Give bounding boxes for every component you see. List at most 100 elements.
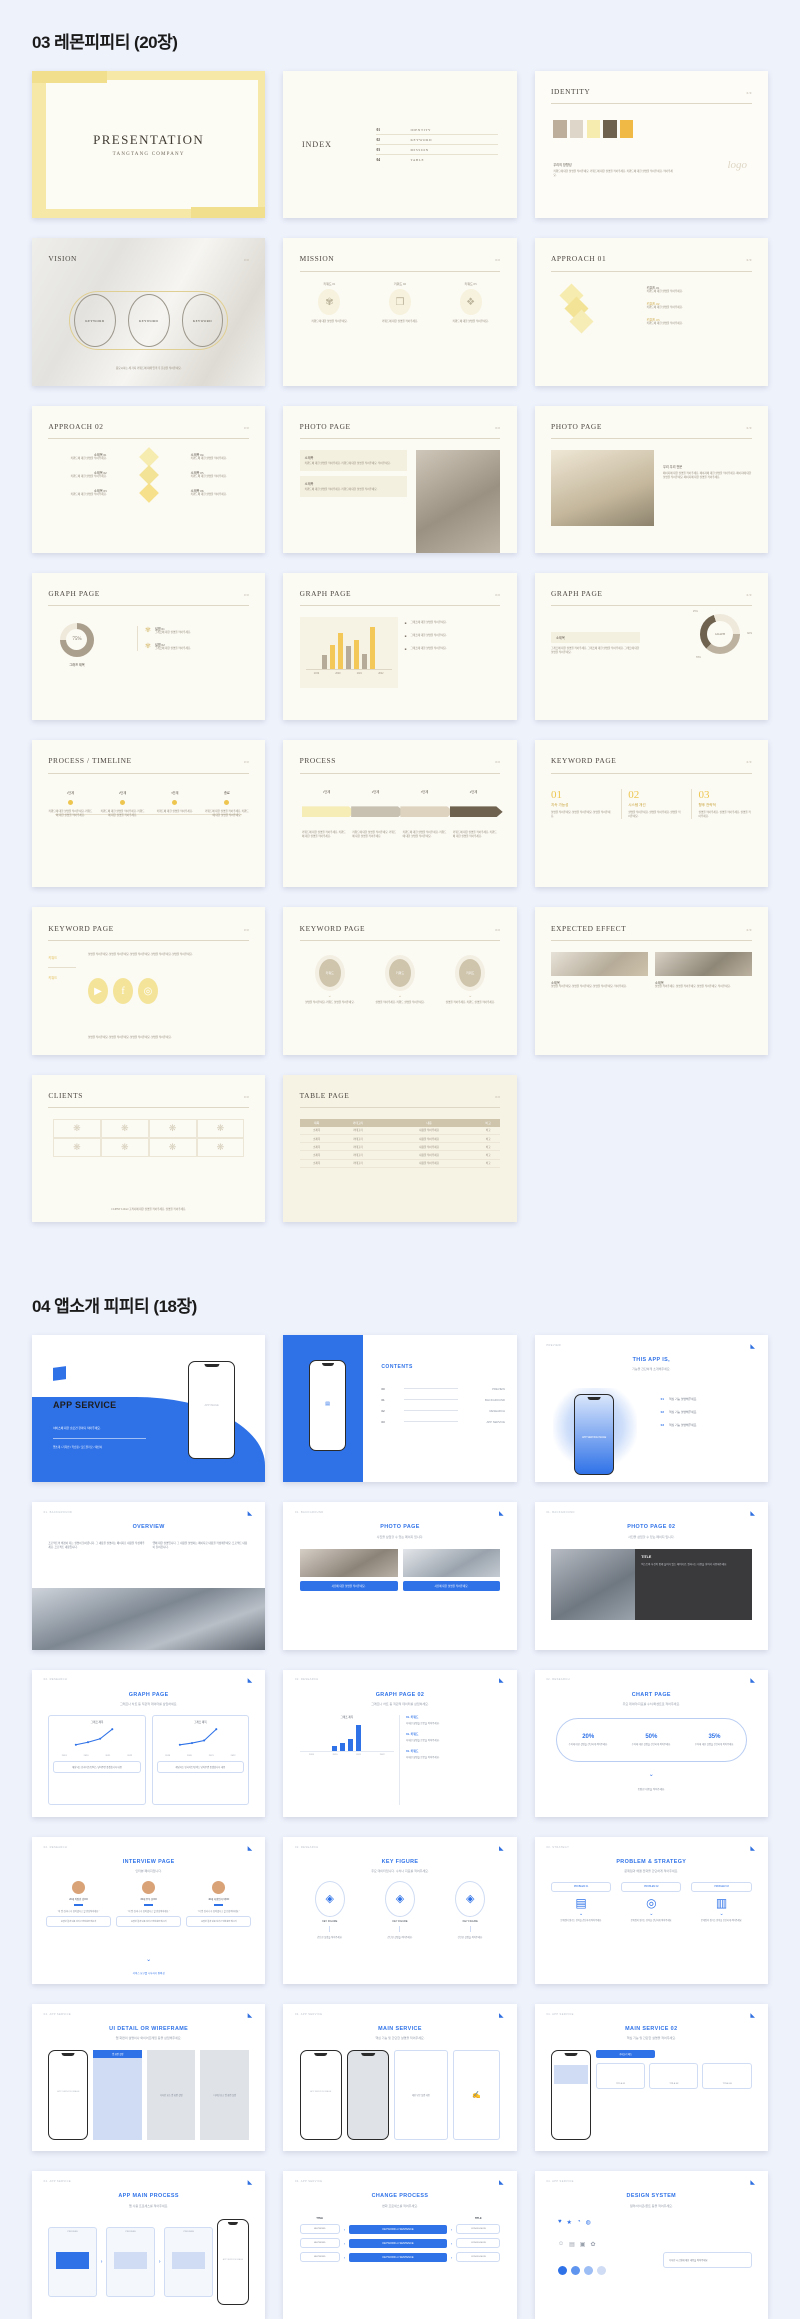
- slide-thumbnail[interactable]: 04. APP SERVICE ◣ DESIGN SYSTEM 컬러/아이콘/폰…: [534, 2171, 768, 2319]
- bar: [346, 645, 352, 669]
- donut-value: 75%: [72, 637, 82, 643]
- mission-item: 키워드 03 ❖ 키워드에 대한 설명을 적어주세요.: [443, 282, 498, 324]
- circle-desc: 설명을 적어주세요. 키워드 설명을 적어주세요.: [445, 1000, 495, 1004]
- slide-thumbnail[interactable]: ▤ CONTENTS 00 PREVIEW 01 BACKGROUND 02 R…: [283, 1334, 517, 1483]
- slide-thumbnail[interactable]: PHOTO PAGE 0/0 우리 우리 전문 페이지에 대한 설명을 적어주세…: [534, 405, 768, 553]
- slide-header: 04. APP SERVICE ◣: [295, 2013, 505, 2019]
- youtube-icon[interactable]: ▶: [87, 978, 108, 1005]
- slide-thumbnail[interactable]: KEYWORD PAGE 0/0 01 지속 가능성 설명을 적어주세요. 설명…: [534, 740, 768, 888]
- slide-thumbnail[interactable]: GRAPH PAGE 0/0 소제목 그래프에 대한 설명을 적어주세요. 그래…: [534, 572, 768, 721]
- title-card[interactable]: TITLE 01: [596, 2062, 646, 2089]
- slide-thumbnail[interactable]: PROCESS / TIMELINE 0/0 1단계 키워드에 대한 설명을 적…: [32, 740, 266, 888]
- slide-thumbnail[interactable]: 03. STRATEGY ◣ PROBLEM & STRATEGY 문제점과 해…: [534, 1836, 768, 1985]
- slide-thumbnail[interactable]: 02. RESEARCH ◣ INTERVIEW PAGE 인터뷰 페이지입니다…: [32, 1836, 266, 1985]
- user-icon: ☺: [557, 2240, 565, 2247]
- slide-thumbnail[interactable]: MISSION 0/0 키워드 01 ✾ 키워드에 대한 설명을 적어주세요. …: [283, 238, 517, 386]
- slide-thumbnail[interactable]: PRESENTATION TANGTANG COMPANY: [32, 71, 266, 219]
- slide-thumbnail[interactable]: IDENTITY 0/0 우리의 방향성 키워드에 대한 설명을 적어주세요. …: [534, 71, 768, 219]
- slide-thumbnail[interactable]: INDEX 01 IDENTITY 02 KEYWORD 03 MISSION: [283, 71, 517, 219]
- slide-subtitle: 사진을 삽입할 수 있는 페이지 입니다.: [376, 1534, 424, 1539]
- brand-logo-icon: ◣: [247, 1845, 253, 1852]
- list-item: ■ 그래프에 대한 설명을 적어주세요.: [405, 634, 503, 638]
- slide-thumbnail[interactable]: EXPECTED EFFECT 0/0 소제목 설명을 적어주세요. 설명을 적…: [534, 907, 768, 1055]
- brand-logo-icon: ◣: [499, 2180, 504, 2187]
- wireframe-card[interactable]: 앱 화면 설명: [93, 2049, 142, 2140]
- phone-mockup[interactable]: APP SERVICE IMAGE: [48, 2049, 89, 2140]
- slide-thumbnail[interactable]: APP SERVICE 서비스에 대한 슬로건 한마디 적어주세요. 앱소개 /…: [32, 1334, 266, 1483]
- timeline-step: 1단계 키워드에 대한 설명을 적어주세요. 키워드에 대한 설명을 적어주세요…: [48, 790, 92, 818]
- slide-thumbnail[interactable]: 01. BACKGROUND ◣ PHOTO PAGE 사진을 삽입할 수 있는…: [283, 1502, 517, 1650]
- slide-thumbnail[interactable]: 04. APP SERVICE ◣ MAIN SERVICE 02 핵심 기능 …: [534, 2004, 768, 2152]
- slide-thumbnail[interactable]: APPROACH 02 0/0 소제목 01 키워드에 대한 설명을 적어주세요…: [32, 405, 266, 553]
- palette-swatch: [570, 2265, 580, 2275]
- title-card[interactable]: TITLE 02: [649, 2062, 699, 2089]
- slide-thumbnail[interactable]: 02. RESEARCH ◣ CHART PAGE 주요 데이터/지표를 수치/…: [534, 1669, 768, 1817]
- approach-desc: 키워드에 대한 설명을 적어주세요.: [646, 306, 683, 310]
- instagram-icon[interactable]: ◎: [137, 978, 158, 1005]
- slide-thumbnail[interactable]: KEYWORD PAGE 0/0 키워드 키워드 설명을 적어주세요. 설명을 …: [32, 907, 266, 1055]
- client-logo: ❋: [52, 1137, 101, 1157]
- wireframe-card[interactable]: 디자인 요소 앱 화면 설명: [146, 2049, 196, 2140]
- gear-icon: ✿: [590, 2241, 596, 2248]
- slide-thumbnail[interactable]: 02. RESEARCH ◣ KEY FIGURE 주요 데이터입니다. 수치나…: [283, 1836, 517, 1985]
- keyword-head: 지속 가능성: [550, 802, 569, 807]
- slide-page-number: 0/0: [495, 760, 501, 765]
- slide-thumbnail[interactable]: 02. RESEARCH ◣ GRAPH PAGE 그래프나 차트 등 직관적 …: [32, 1669, 266, 1817]
- feature-desc: 핵심 기능 설명해주세요.: [669, 1396, 698, 1401]
- process-descriptions: 키워드에 대한 설명을 적어주세요. 키워드에 대한 설명을 적어주세요. 키워…: [302, 831, 498, 839]
- cell: 카테고리: [333, 1134, 383, 1144]
- problem-desc: 문제점이 생기는 전략을 간단하게 적어주세요.: [560, 1920, 602, 1923]
- divider: [299, 1107, 501, 1109]
- slide-thumbnail[interactable]: GRAPH PAGE 0/0 75% 그래프 제목 ✾ 설명 01 그래프에 대…: [32, 572, 266, 721]
- slide-thumbnail[interactable]: GRAPH PAGE 0/0 2019 2020 2021 2022 ■ 그래프…: [283, 572, 517, 721]
- facebook-icon[interactable]: f: [112, 978, 133, 1005]
- brand-logo-icon: ◣: [499, 1511, 504, 1518]
- client-logo: ❋: [196, 1118, 245, 1138]
- slide-thumbnail[interactable]: 02. RESEARCH ◣ GRAPH PAGE 02 그래프나 차트 등 직…: [283, 1669, 517, 1817]
- process-card[interactable]: PROCESS: [164, 2226, 213, 2297]
- row-right-desc: 키워드에 대한 설명을 적어주세요.: [190, 475, 227, 479]
- slide-thumbnail[interactable]: PROCESS 0/0 1단계 2단계 3단계 4단계 키워드에 대한 설명을 …: [283, 740, 517, 888]
- slide-thumbnail[interactable]: VISION 0/0 KEYWORD KEYWORD KEYWORD 중요시하는…: [32, 238, 266, 386]
- feature-desc: 핵심 기능 설명해주세요.: [669, 1422, 698, 1427]
- phone-mockup[interactable]: APP SERVICE IMAGE: [216, 2218, 249, 2306]
- slide-title: APPROACH 02: [48, 421, 104, 431]
- title-card[interactable]: TITLE 03: [702, 2062, 752, 2089]
- slide-thumbnail[interactable]: 04. APP SERVICE ◣ APP MAIN PROCESS 앱 사용 …: [32, 2171, 266, 2319]
- step-label: 2단계: [118, 791, 127, 796]
- slide-thumbnail[interactable]: CLIENTS 0/0 ❋ ❋ ❋ ❋ ❋ ❋ ❋ ❋ CLIENT LOGO …: [32, 1074, 266, 1222]
- phone-mockup[interactable]: APP SERVICE IMAGE: [299, 2049, 342, 2140]
- slide-page-number: 0/0: [495, 1094, 501, 1099]
- slide-thumbnail[interactable]: KEYWORD PAGE 0/0 키워드 ⌄ 설명을 적어주세요. 키워드 설명…: [283, 907, 517, 1055]
- slide-thumbnail[interactable]: APPROACH 01 0/0 키워드 01 키워드에 대한 설명을 적어주세요…: [534, 238, 768, 386]
- diamond-stack: [559, 283, 594, 334]
- slide-header: PROCESS 0/0: [300, 756, 501, 765]
- mission-desc: 키워드에 대한 설명을 적어주세요.: [452, 320, 489, 324]
- slide-thumbnail[interactable]: 04. APP SERVICE ◣ UI DETAIL OR WIREFRAME…: [32, 2004, 266, 2152]
- divider: [48, 1107, 249, 1109]
- list-item: 02 핵심 기능 설명해주세요.: [661, 1410, 754, 1414]
- photo-block: 사진에 대한 설명을 적어주세요.: [402, 1549, 501, 1592]
- slide-subtitle: 기능을 간단하게 소개해주세요.: [632, 1367, 671, 1372]
- slide-thumbnail[interactable]: TABLE PAGE 0/0 제목 카테고리 내용 비고 소제목 카테고리 내용…: [283, 1074, 517, 1222]
- mission-item: 키워드 01 ✾ 키워드에 대한 설명을 적어주세요.: [302, 282, 357, 324]
- phone-mockup[interactable]: [550, 2049, 592, 2140]
- slide-thumbnail[interactable]: 01. BACKGROUND ◣ PHOTO PAGE 02 사진을 삽입할 수…: [534, 1502, 768, 1650]
- feature-list: 01 핵심 기능 설명해주세요. 02 핵심 기능 설명해주세요. 03 핵심 …: [661, 1397, 754, 1427]
- wireframe-card[interactable]: 디자인 요소 앱 화면 설명: [200, 2049, 249, 2140]
- block-head: 소제목: [304, 455, 314, 460]
- process-card[interactable]: PROCESS: [48, 2226, 97, 2297]
- process-card[interactable]: PROCESS: [106, 2226, 155, 2297]
- client-logo: ❋: [196, 1137, 245, 1157]
- list-item: 03 핵심 기능 설명해주세요.: [661, 1423, 754, 1427]
- slide-thumbnail[interactable]: PHOTO PAGE 0/0 소제목 키워드에 대한 설명을 적어주세요. 키워…: [283, 405, 517, 553]
- flower-icon: ✾: [318, 289, 341, 316]
- bar: [338, 633, 344, 669]
- accent-rule: [74, 1903, 84, 1906]
- slide-thumbnail[interactable]: 04. APP SERVICE ◣ CHANGE PROCESS 변화 프로세스…: [283, 2171, 517, 2319]
- contents-label: APP SERVICE: [486, 1419, 505, 1424]
- slide-thumbnail[interactable]: 04. APP SERVICE ◣ MAIN SERVICE 핵심 기능 및 간…: [283, 2004, 517, 2152]
- slide-thumbnail[interactable]: 01. BACKGROUND ◣ OVERVIEW 프로젝트의 배경이 되는 설…: [32, 1502, 266, 1650]
- slide-thumbnail[interactable]: PREVIEW ◣ THIS APP IS, 기능을 간단하게 소개해주세요. …: [534, 1334, 768, 1483]
- phone-mockup[interactable]: [346, 2049, 389, 2140]
